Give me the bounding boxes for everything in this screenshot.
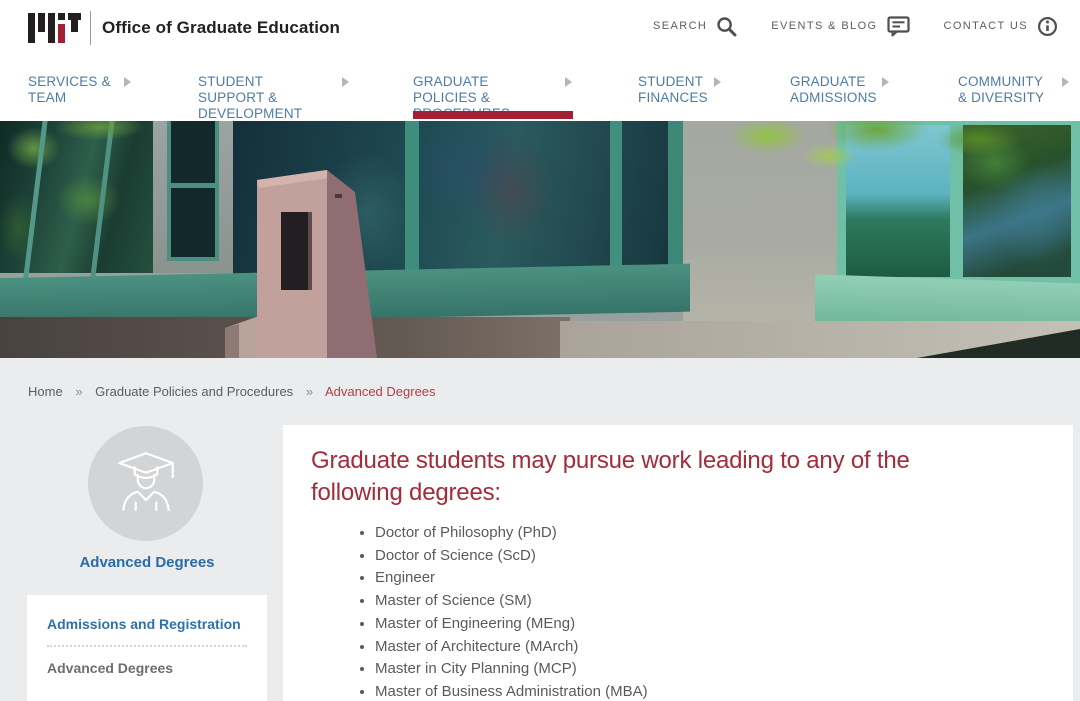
degree-item: Master of Engineering (MEng)	[375, 613, 1033, 636]
breadcrumb-separator: »	[75, 384, 82, 399]
nav-item-student-finances[interactable]: STUDENT FINANCES	[638, 74, 721, 106]
degree-item: Doctor of Philosophy (PhD)	[375, 522, 1033, 545]
mit-logo-bar	[28, 13, 35, 43]
chevron-right-icon	[124, 77, 131, 87]
nav-item-label: SERVICES & TEAM	[28, 74, 112, 106]
events-blog-link[interactable]: EVENTS & BLOG	[771, 16, 909, 37]
search-label: SEARCH	[653, 20, 707, 32]
sidebar-item-advanced-degrees[interactable]: Advanced Degrees	[47, 647, 247, 676]
nav-item-label: STUDENT FINANCES	[638, 74, 702, 106]
degree-item: Engineer	[375, 567, 1033, 590]
mit-logo-red-stem	[58, 24, 65, 43]
site-title[interactable]: Office of Graduate Education	[102, 18, 340, 38]
section-avatar	[88, 426, 203, 541]
search-link[interactable]: SEARCH	[653, 16, 737, 37]
graduate-icon	[109, 444, 183, 523]
hero-window-mullion	[405, 121, 419, 281]
mit-logo-t-cap	[68, 13, 81, 20]
content-area: Home » Graduate Policies and Procedures …	[0, 358, 1080, 701]
info-icon	[1037, 16, 1058, 37]
nav-item-graduate-policies[interactable]: GRADUATE POLICIES & PROCEDURES	[413, 74, 572, 122]
primary-nav: SERVICES & TEAM STUDENT SUPPORT & DEVELO…	[0, 52, 1080, 121]
degree-item: Master of Business Administration (MBA)	[375, 681, 1033, 701]
events-blog-label: EVENTS & BLOG	[771, 20, 877, 32]
contact-us-label: CONTACT US	[944, 20, 1029, 32]
nav-item-label: GRADUATE ADMISSIONS	[790, 74, 870, 106]
nav-item-student-support[interactable]: STUDENT SUPPORT & DEVELOPMENT	[198, 74, 349, 122]
chevron-right-icon	[342, 77, 349, 87]
sidebar-menu: Admissions and Registration Advanced Deg…	[27, 595, 267, 701]
brand-divider	[90, 11, 91, 45]
hero-foliage	[40, 121, 160, 145]
breadcrumb-home[interactable]: Home	[28, 384, 63, 399]
nav-item-graduate-admissions[interactable]: GRADUATE ADMISSIONS	[790, 74, 889, 106]
mit-logo-t-stem	[71, 20, 78, 32]
mit-logo-bar	[48, 13, 55, 43]
mit-logo-bar	[38, 13, 45, 32]
nav-item-label: STUDENT SUPPORT & DEVELOPMENT	[198, 74, 330, 122]
breadcrumb-current: Advanced Degrees	[325, 384, 436, 399]
hero-window-mullion	[171, 183, 215, 188]
sidebar-item-admissions-and-registration[interactable]: Admissions and Registration	[47, 616, 247, 647]
chevron-right-icon	[565, 77, 572, 87]
contact-us-link[interactable]: CONTACT US	[944, 16, 1059, 37]
search-icon	[716, 16, 737, 37]
degree-list: Doctor of Philosophy (PhD) Doctor of Sci…	[311, 522, 1033, 701]
degree-item: Master of Architecture (MArch)	[375, 636, 1033, 659]
hero-window-mullion	[610, 121, 622, 281]
degree-item: Master of Science (SM)	[375, 590, 1033, 613]
page: Office of Graduate Education SEARCH EVEN…	[0, 0, 1080, 701]
sidebar-section-title: Advanced Degrees	[27, 554, 267, 571]
chevron-right-icon	[1062, 77, 1069, 87]
hero-foliage	[700, 121, 1040, 179]
breadcrumb-separator: »	[306, 384, 313, 399]
breadcrumb: Home » Graduate Policies and Procedures …	[28, 384, 436, 399]
degree-item: Master in City Planning (MCP)	[375, 658, 1033, 681]
content-heading: Graduate students may pursue work leadin…	[311, 445, 991, 509]
hero-banner: Advanced Degrees	[0, 121, 1080, 358]
degree-item: Doctor of Science (ScD)	[375, 545, 1033, 568]
nav-item-services-team[interactable]: SERVICES & TEAM	[28, 74, 131, 106]
brand-area: Office of Graduate Education	[28, 11, 340, 45]
chevron-right-icon	[714, 77, 721, 87]
chevron-right-icon	[882, 77, 889, 87]
mit-logo-icon[interactable]	[28, 13, 81, 43]
mit-logo-dot	[58, 13, 65, 20]
utility-nav: SEARCH EVENTS & BLOG	[653, 0, 1058, 52]
site-header: Office of Graduate Education SEARCH EVEN…	[0, 0, 1080, 52]
nav-item-label: COMMUNITY & DIVERSITY	[958, 74, 1050, 106]
hero-sculpture	[225, 166, 405, 358]
breadcrumb-graduate-policies[interactable]: Graduate Policies and Procedures	[95, 384, 293, 399]
nav-item-community-diversity[interactable]: COMMUNITY & DIVERSITY	[958, 74, 1069, 106]
nav-item-label: GRADUATE POLICIES & PROCEDURES	[413, 74, 553, 122]
chat-icon	[887, 16, 910, 37]
hero-window-mullion	[668, 121, 683, 281]
hero-narrow-window	[167, 121, 219, 261]
main-panel: Graduate students may pursue work leadin…	[283, 425, 1073, 701]
